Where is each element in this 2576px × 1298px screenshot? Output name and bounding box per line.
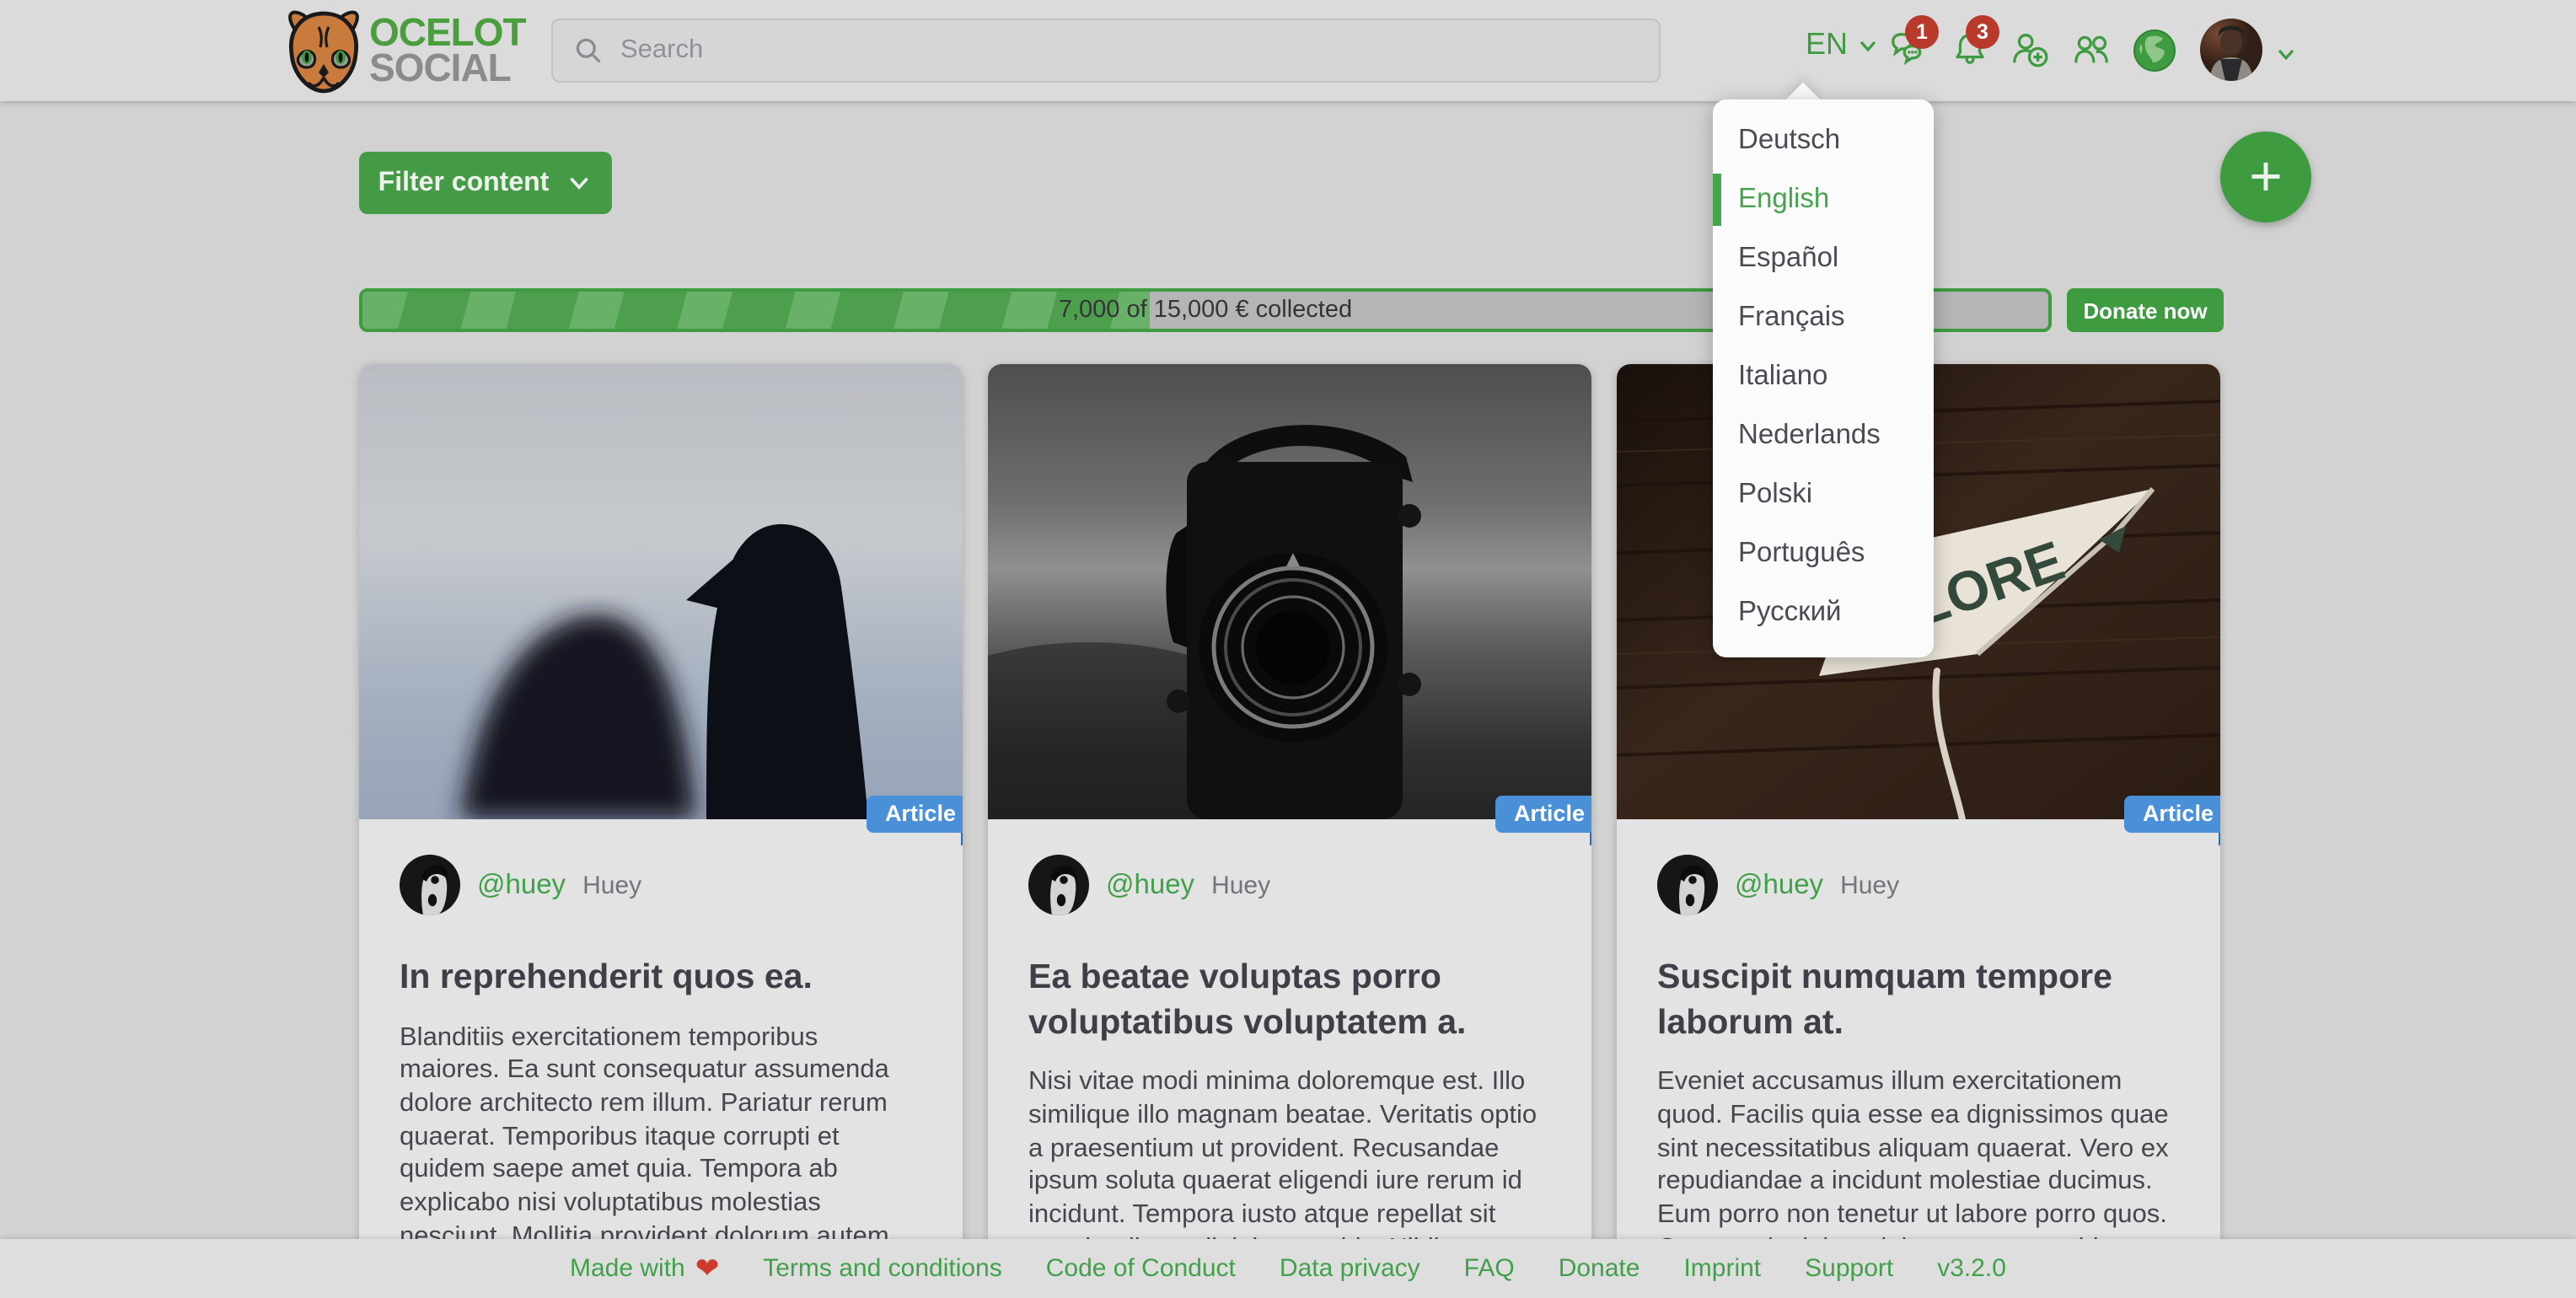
author-handle: @huey — [477, 869, 566, 901]
add-friend-button[interactable] — [2010, 29, 2052, 72]
author-avatar — [1657, 855, 1718, 915]
article-badge[interactable]: Article — [2124, 796, 2220, 833]
language-option-portugues[interactable]: Português — [1713, 524, 1934, 583]
post-body: @huey Huey Suscipit numquam tempore labo… — [1617, 819, 2220, 1298]
notification-count-badge: 3 — [1966, 15, 1999, 49]
profile-avatar[interactable] — [2200, 19, 2262, 81]
ocelot-logo-icon — [282, 7, 366, 94]
author-handle: @huey — [1735, 869, 1823, 901]
search-input[interactable] — [620, 35, 1639, 66]
article-badge-label: Article — [2124, 796, 2220, 833]
article-badge[interactable]: Article — [867, 796, 963, 833]
brand-logo[interactable]: OCELOT SOCIAL — [282, 7, 526, 94]
post-card: Article @huey Huey In reprehenderit quos… — [359, 364, 963, 1298]
footer-link-imprint[interactable]: Imprint — [1683, 1254, 1761, 1283]
post-image-camera[interactable] — [988, 364, 1591, 819]
search-icon — [573, 35, 604, 66]
post-author[interactable]: @huey Huey — [400, 855, 922, 915]
language-option-nederlands[interactable]: Nederlands — [1713, 406, 1934, 465]
footer-link-privacy[interactable]: Data privacy — [1280, 1254, 1420, 1283]
footer: Made with ❤ Terms and conditions Code of… — [0, 1239, 2576, 1298]
language-option-polski[interactable]: Polski — [1713, 465, 1934, 524]
footer-link-conduct[interactable]: Code of Conduct — [1046, 1254, 1236, 1283]
notifications-button[interactable]: 3 — [1949, 29, 1991, 72]
post-body: @huey Huey Ea beatae voluptas porro volu… — [988, 819, 1591, 1298]
language-option-espanol[interactable]: Español — [1713, 229, 1934, 288]
add-user-icon — [2010, 29, 2052, 71]
article-badge-label: Article — [867, 796, 963, 833]
article-badge-fold — [2219, 833, 2220, 846]
globe-icon — [2131, 27, 2178, 74]
people-icon — [2070, 29, 2112, 71]
article-badge-fold — [961, 833, 963, 846]
made-with-love: Made with ❤ — [570, 1252, 719, 1285]
post-title[interactable]: Ea beatae voluptas porro voluptatibus vo… — [1028, 956, 1551, 1046]
language-toggle[interactable]: EN — [1806, 27, 1881, 62]
author-handle: @huey — [1106, 869, 1194, 901]
plus-icon: + — [2249, 145, 2283, 209]
post-author[interactable]: @huey Huey — [1657, 855, 2180, 915]
version-label: v3.2.0 — [1937, 1254, 2006, 1283]
create-post-button[interactable]: + — [2220, 131, 2311, 223]
filter-content-label: Filter content — [378, 168, 550, 198]
article-badge[interactable]: Article — [1495, 796, 1591, 833]
article-badge-fold — [1590, 833, 1591, 846]
language-option-deutsch[interactable]: Deutsch — [1713, 111, 1934, 170]
chat-button[interactable]: 1 — [1888, 29, 1930, 72]
made-with-label: Made with — [570, 1254, 685, 1283]
search-box[interactable] — [551, 19, 1661, 83]
article-badge-label: Article — [1495, 796, 1591, 833]
language-code: EN — [1806, 27, 1848, 62]
world-button[interactable] — [2131, 27, 2178, 74]
chevron-down-icon — [564, 169, 593, 197]
heart-icon: ❤ — [695, 1252, 720, 1285]
filter-content-button[interactable]: Filter content — [359, 152, 612, 214]
author-name: Huey — [1211, 871, 1270, 899]
footer-link-terms[interactable]: Terms and conditions — [763, 1254, 1002, 1283]
profile-avatar-image — [2200, 19, 2262, 81]
post-image-birds[interactable] — [359, 364, 963, 819]
post-title[interactable]: Suscipit numquam tempore laborum at. — [1657, 956, 2180, 1046]
post-body: @huey Huey In reprehenderit quos ea. Bla… — [359, 819, 963, 1298]
profile-chevron-icon[interactable] — [2273, 40, 2300, 67]
author-avatar — [1028, 855, 1089, 915]
language-menu: Deutsch English Español Français Italian… — [1713, 99, 1934, 657]
author-name: Huey — [1840, 871, 1899, 899]
brand-line2: SOCIAL — [369, 51, 526, 86]
footer-link-donate[interactable]: Donate — [1559, 1254, 1640, 1283]
top-navbar: OCELOT SOCIAL EN 1 — [0, 0, 2576, 101]
brand-name: OCELOT SOCIAL — [369, 15, 526, 86]
chevron-down-icon — [1854, 31, 1881, 58]
post-title[interactable]: In reprehenderit quos ea. — [400, 956, 922, 1000]
post-card: Article @huey Huey Ea beatae voluptas po… — [988, 364, 1591, 1298]
footer-link-faq[interactable]: FAQ — [1464, 1254, 1515, 1283]
groups-button[interactable] — [2070, 29, 2112, 72]
footer-link-support[interactable]: Support — [1805, 1254, 1893, 1283]
page: OCELOT SOCIAL EN 1 — [0, 0, 2576, 1298]
language-option-russkij[interactable]: Русский — [1713, 583, 1934, 642]
donate-now-button[interactable]: Donate now — [2067, 288, 2224, 332]
post-author[interactable]: @huey Huey — [1028, 855, 1551, 915]
author-name: Huey — [582, 871, 641, 899]
author-avatar — [400, 855, 460, 915]
language-option-francais[interactable]: Français — [1713, 288, 1934, 347]
language-option-english[interactable]: English — [1713, 170, 1934, 229]
chat-count-badge: 1 — [1905, 15, 1939, 49]
language-option-italiano[interactable]: Italiano — [1713, 347, 1934, 406]
